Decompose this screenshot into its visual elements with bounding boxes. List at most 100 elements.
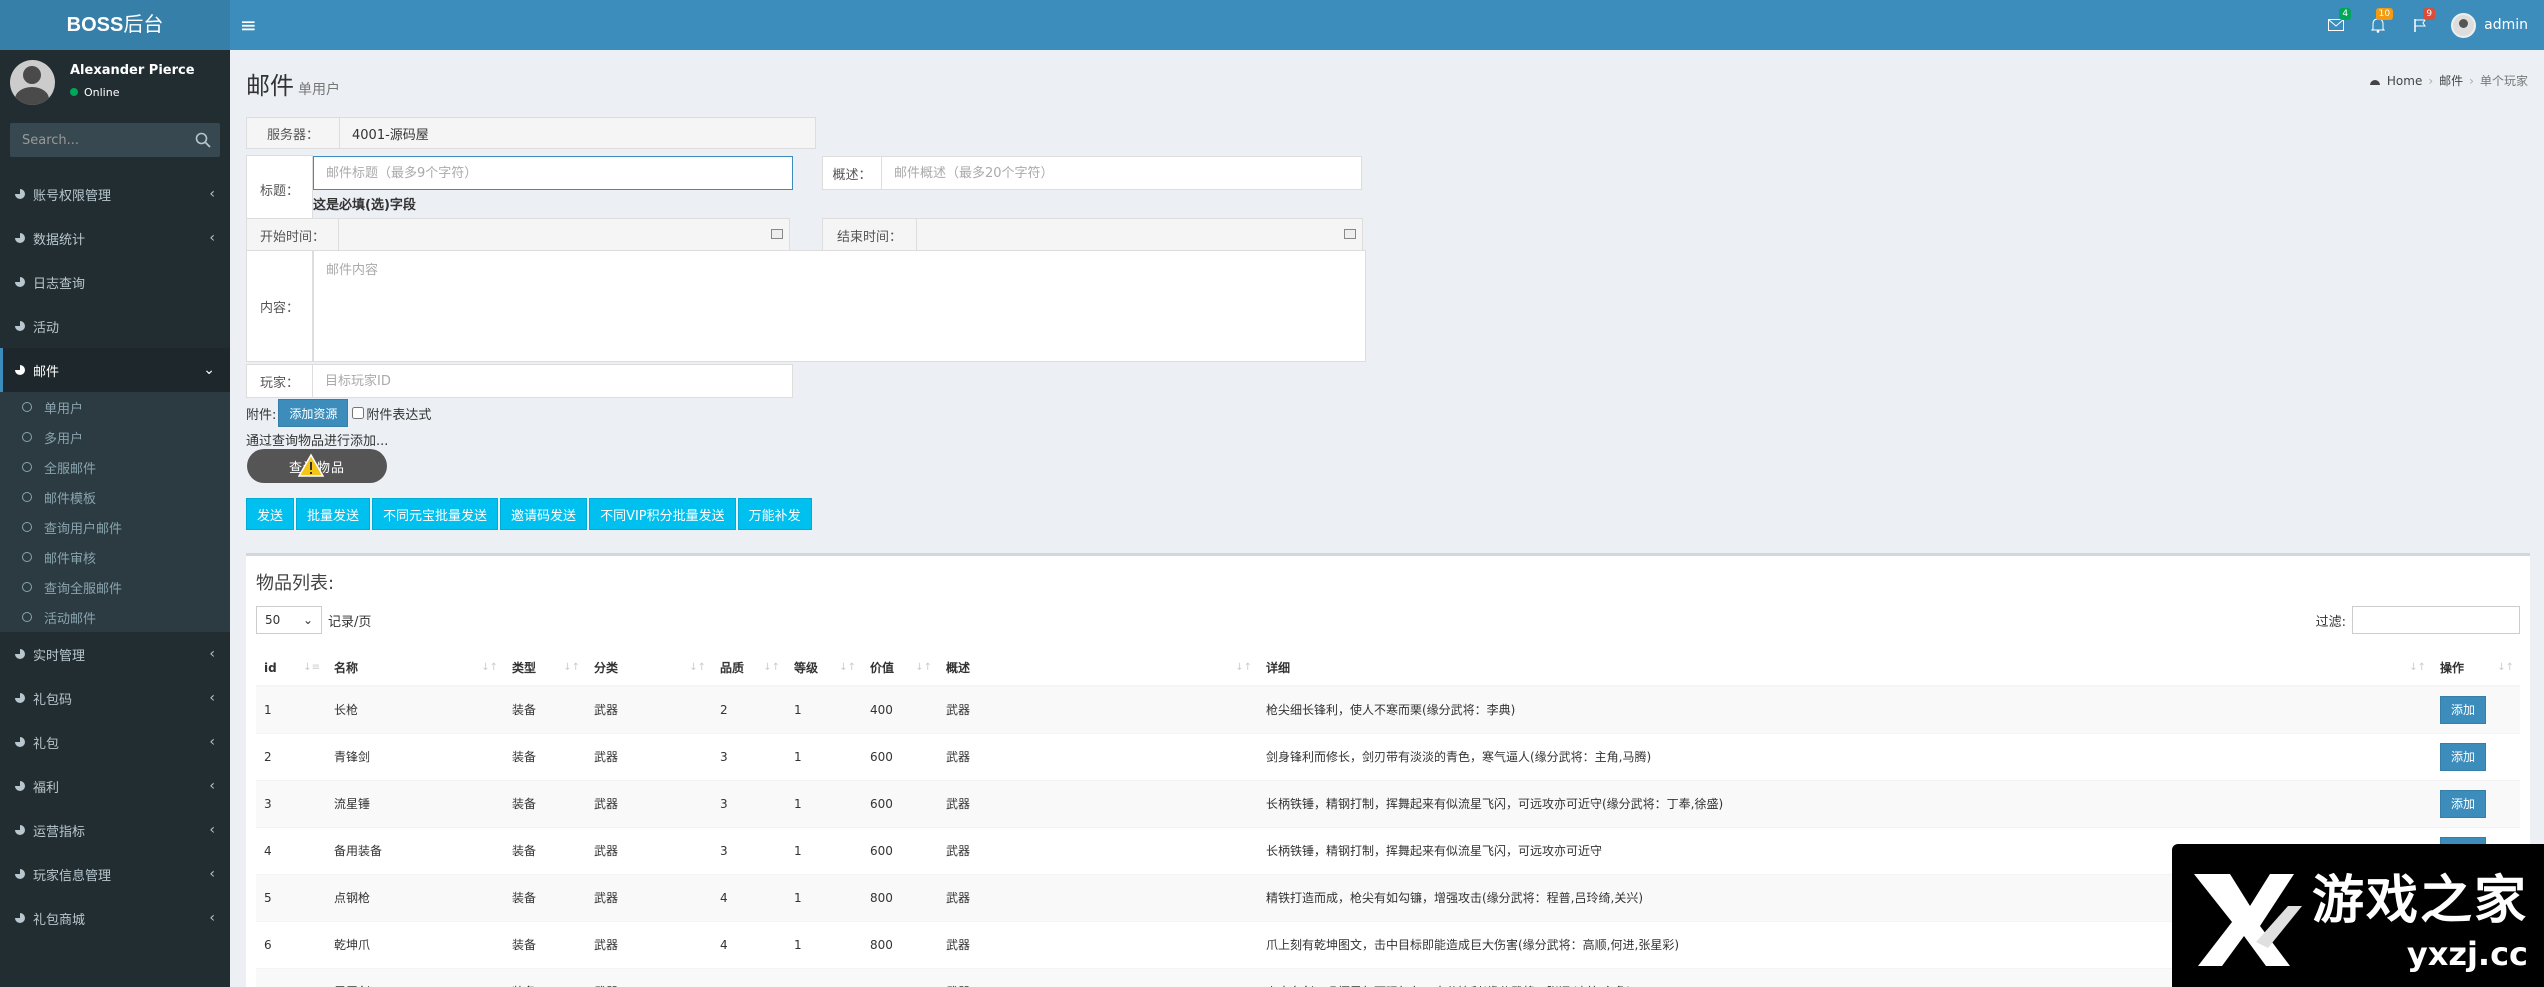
col-action[interactable]: 操作 ↓↑ — [2432, 650, 2520, 687]
title-label: 标题： — [246, 155, 313, 223]
sub-item-activity-mail[interactable]: 活动邮件 — [0, 602, 230, 632]
notifications-button[interactable]: 10 — [2357, 0, 2399, 50]
sidebar-toggle-icon[interactable]: ≡ — [240, 0, 257, 50]
col-summary[interactable]: 概述 ↓↑ — [938, 650, 1258, 687]
table-cell: 800 — [862, 873, 938, 921]
page-size-select[interactable]: 50 ⌄ — [256, 606, 322, 634]
sort-icon: ↓↑ — [563, 662, 580, 673]
items-box-title: 物品列表: — [256, 573, 335, 594]
table-row: 3 流星锤 装备 武器 3 1 600 武器 长柄铁锤，精钢打制，挥舞起来有似流星飞闪，可远攻亦… — [256, 779, 2520, 827]
add-item-button[interactable]: 添加 — [2440, 695, 2486, 724]
pie-chart-icon — [15, 737, 25, 747]
sort-icon: ↓↑ — [481, 662, 498, 673]
start-time-input[interactable] — [339, 218, 790, 252]
calendar-icon[interactable] — [1344, 229, 1356, 239]
col-quality[interactable]: 品质 ↓↑ — [712, 650, 786, 687]
table-header-row: id ↓≡ 名称 ↓↑ 类型 ↓↑ 分类 ↓↑ 品质 ↓↑ 等级 ↓↑ 价值 ↓↑ 概述 ↓↑ … — [256, 650, 2520, 687]
circle-icon — [22, 522, 32, 532]
sidebar-item-welfare[interactable]: 福利 ‹ — [0, 764, 230, 808]
batch-send-diff-vip-button[interactable]: 不同VIP积分批量发送 — [589, 498, 736, 530]
sidebar-item-operation-metrics[interactable]: 运营指标 ‹ — [0, 808, 230, 852]
chevron-left-icon: ‹ — [209, 910, 215, 926]
warning-icon — [298, 453, 324, 477]
calendar-icon[interactable] — [771, 229, 783, 239]
chevron-down-icon: ⌄ — [302, 613, 313, 627]
col-value[interactable]: 价值 ↓↑ — [862, 650, 938, 687]
send-button[interactable]: 发送 — [246, 498, 295, 530]
sub-item-multi-user[interactable]: 多用户 — [0, 422, 230, 452]
pie-chart-icon — [15, 189, 25, 199]
sidebar-item-gift-code[interactable]: 礼包码 ‹ — [0, 676, 230, 720]
col-id[interactable]: id ↓≡ — [256, 650, 326, 687]
table-cell: 2 — [256, 732, 326, 780]
search-icon[interactable] — [194, 131, 212, 149]
invite-code-send-button[interactable]: 邀请码发送 — [500, 498, 588, 530]
col-level[interactable]: 等级 ↓↑ — [786, 650, 862, 687]
online-dot-icon — [70, 88, 78, 96]
query-items-button[interactable]: 查询物品 — [247, 449, 387, 483]
app-logo[interactable]: BOSS后台 — [0, 0, 230, 50]
breadcrumb-mail[interactable]: 邮件 — [2439, 72, 2463, 89]
sidebar-item-activity[interactable]: 活动 — [0, 304, 230, 348]
batch-send-diff-ingot-button[interactable]: 不同元宝批量发送 — [372, 498, 499, 530]
sub-item-query-all-server-mail[interactable]: 查询全服邮件 — [0, 572, 230, 602]
table-cell: 武器 — [586, 920, 712, 968]
end-time-input[interactable] — [917, 218, 1363, 252]
sub-item-all-server-mail[interactable]: 全服邮件 — [0, 452, 230, 482]
user-avatar — [2451, 12, 2477, 38]
add-item-button[interactable]: 添加 — [2440, 789, 2486, 818]
table-cell: 3 — [712, 779, 786, 827]
add-item-button[interactable]: 添加 — [2440, 742, 2486, 771]
col-detail[interactable]: 详细 ↓↑ — [1258, 650, 2432, 687]
sidebar-item-realtime[interactable]: 实时管理 ‹ — [0, 632, 230, 676]
messages-button[interactable]: 4 — [2315, 0, 2357, 50]
table-cell: 青锋剑 — [326, 732, 504, 780]
table-cell: 800 — [862, 920, 938, 968]
sidebar-item-mail[interactable]: 邮件 ⌄ — [0, 348, 230, 392]
search-input[interactable] — [10, 123, 180, 157]
notifications-badge: 10 — [2375, 8, 2394, 20]
summary-input[interactable] — [882, 156, 1362, 190]
watermark-url: yxzj.cc — [2406, 935, 2529, 973]
table-cell-action: 添加 — [2432, 779, 2520, 827]
table-cell: 武器 — [938, 779, 1258, 827]
player-input[interactable] — [313, 364, 793, 398]
sidebar-item-statistics[interactable]: 数据统计 ‹ — [0, 216, 230, 260]
content-textarea[interactable] — [313, 250, 1366, 362]
user-menu[interactable]: admin — [2441, 0, 2544, 50]
sub-item-query-user-mail[interactable]: 查询用户邮件 — [0, 512, 230, 542]
circle-icon — [22, 492, 32, 502]
pie-chart-icon — [15, 277, 25, 287]
sort-icon: ↓↑ — [763, 662, 780, 673]
server-select[interactable]: 4001-源码屋 — [340, 117, 816, 149]
tasks-button[interactable]: 9 — [2399, 0, 2441, 50]
player-label: 玩家： — [246, 364, 313, 398]
table-cell: 武器 — [938, 967, 1258, 987]
batch-send-button[interactable]: 批量发送 — [296, 498, 371, 530]
table-cell: 1 — [786, 732, 862, 780]
mail-submenu: 单用户 多用户 全服邮件 邮件模板 查询用户邮件 邮件审核 查询全服邮件 活动邮… — [0, 392, 230, 632]
attachment-expression-checkbox[interactable] — [352, 407, 365, 419]
table-cell: 1 — [786, 826, 862, 874]
sidebar-item-account-permissions[interactable]: 账号权限管理 ‹ — [0, 172, 230, 216]
sidebar-search — [10, 123, 220, 157]
breadcrumb-home[interactable]: Home — [2387, 74, 2422, 88]
title-input[interactable] — [313, 156, 793, 190]
universal-resend-button[interactable]: 万能补发 — [737, 498, 812, 530]
watermark-title: 游戏之家 — [2312, 871, 2529, 931]
filter-input[interactable] — [2352, 606, 2520, 634]
sub-item-mail-template[interactable]: 邮件模板 — [0, 482, 230, 512]
add-resource-button[interactable]: 添加资源 — [278, 399, 349, 427]
sidebar-item-gift-shop[interactable]: 礼包商城 ‹ — [0, 896, 230, 940]
col-type[interactable]: 类型 ↓↑ — [504, 650, 586, 687]
sub-item-mail-review[interactable]: 邮件审核 — [0, 542, 230, 572]
table-cell: 装备 — [504, 967, 586, 987]
sidebar-item-player-info[interactable]: 玩家信息管理 ‹ — [0, 852, 230, 896]
table-cell: 1 — [256, 685, 326, 733]
col-category[interactable]: 分类 ↓↑ — [586, 650, 712, 687]
sidebar-item-gift-pack[interactable]: 礼包 ‹ — [0, 720, 230, 764]
table-cell: 400 — [862, 685, 938, 733]
sidebar-item-log-query[interactable]: 日志查询 — [0, 260, 230, 304]
col-name[interactable]: 名称 ↓↑ — [326, 650, 504, 687]
sub-item-single-user[interactable]: 单用户 — [0, 392, 230, 422]
